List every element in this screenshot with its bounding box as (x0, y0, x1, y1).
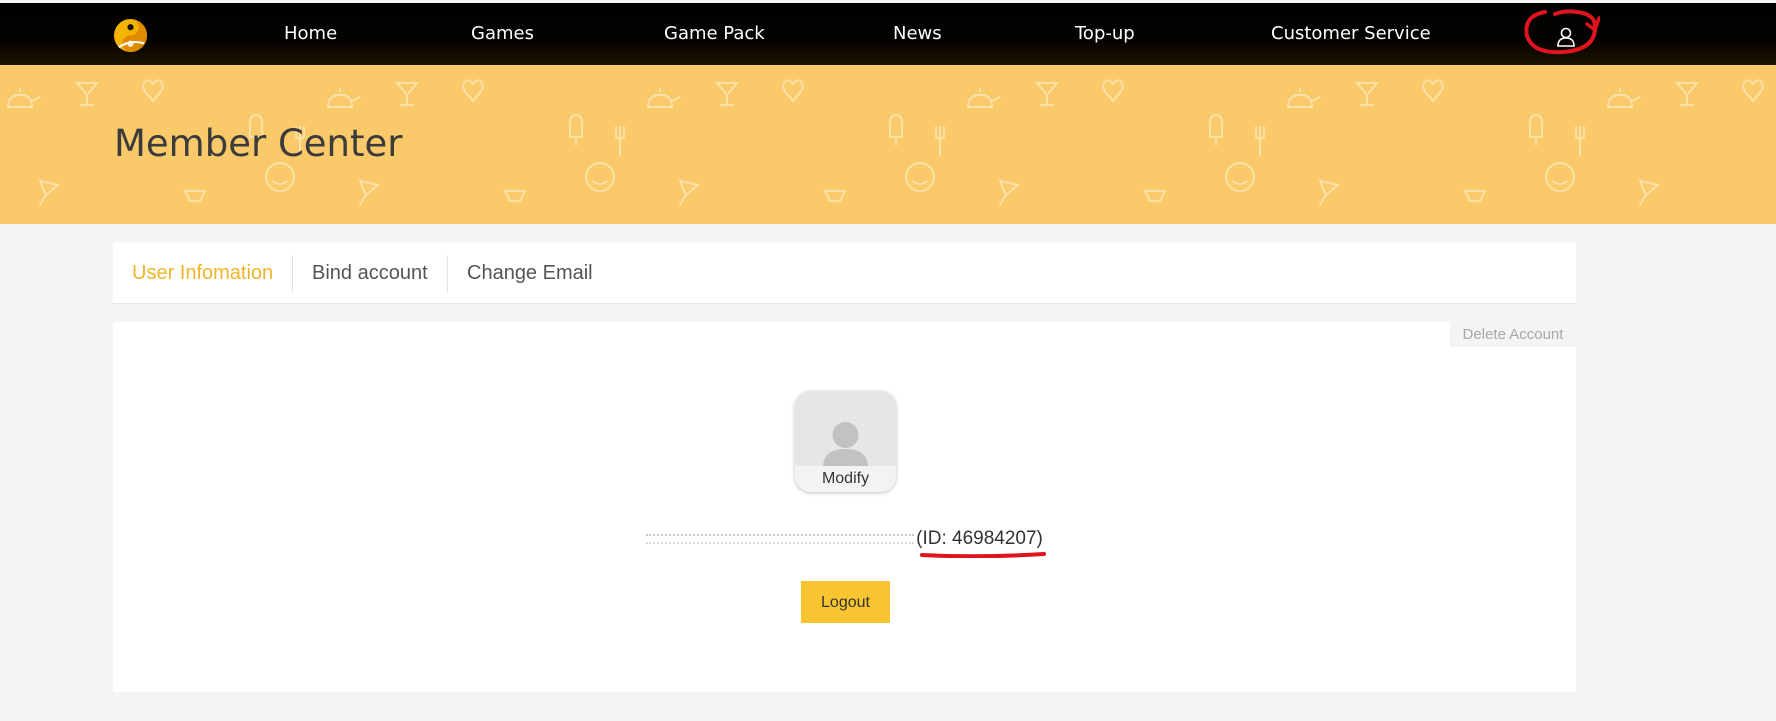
avatar-modify-button[interactable]: Modify (795, 466, 896, 492)
red-underline-annotation (920, 552, 1047, 558)
nav-home[interactable]: Home (284, 23, 337, 45)
delete-account-link[interactable]: Delete Account (1450, 322, 1576, 347)
user-info-panel: Delete Account Modify (ID: 46984207) Log… (113, 322, 1576, 692)
tab-divider (447, 255, 448, 293)
user-icon (1524, 9, 1601, 55)
nav-news[interactable]: News (893, 23, 942, 45)
tab-user-information[interactable]: User Infomation (132, 243, 273, 303)
user-id-text: ID: 46984207 (922, 528, 1037, 549)
page-title: Member Center (114, 122, 403, 165)
nav-customer-service[interactable]: Customer Service (1271, 23, 1431, 45)
user-identity-line: (ID: 46984207) (113, 527, 1576, 558)
logout-button[interactable]: Logout (801, 581, 890, 623)
user-profile-button[interactable] (1515, 6, 1601, 64)
top-nav-bar: Home Games Game Pack News Top-up Custome… (0, 3, 1776, 65)
nav-game-pack[interactable]: Game Pack (664, 23, 765, 45)
member-center-banner: Member Center (0, 65, 1776, 224)
nav-games[interactable]: Games (471, 23, 534, 45)
avatar[interactable]: Modify (795, 391, 896, 492)
tab-change-email[interactable]: Change Email (467, 243, 593, 303)
member-tabs: User Infomation Bind account Change Emai… (113, 243, 1576, 304)
tencent-logo-icon[interactable] (113, 18, 148, 53)
tab-divider (292, 255, 293, 293)
tab-bind-account[interactable]: Bind account (312, 243, 428, 303)
redacted-username (646, 533, 915, 544)
user-id: ID: 46984207 (920, 527, 1047, 558)
nav-top-up[interactable]: Top-up (1075, 23, 1135, 45)
user-id-close-paren: ) (1036, 528, 1043, 549)
